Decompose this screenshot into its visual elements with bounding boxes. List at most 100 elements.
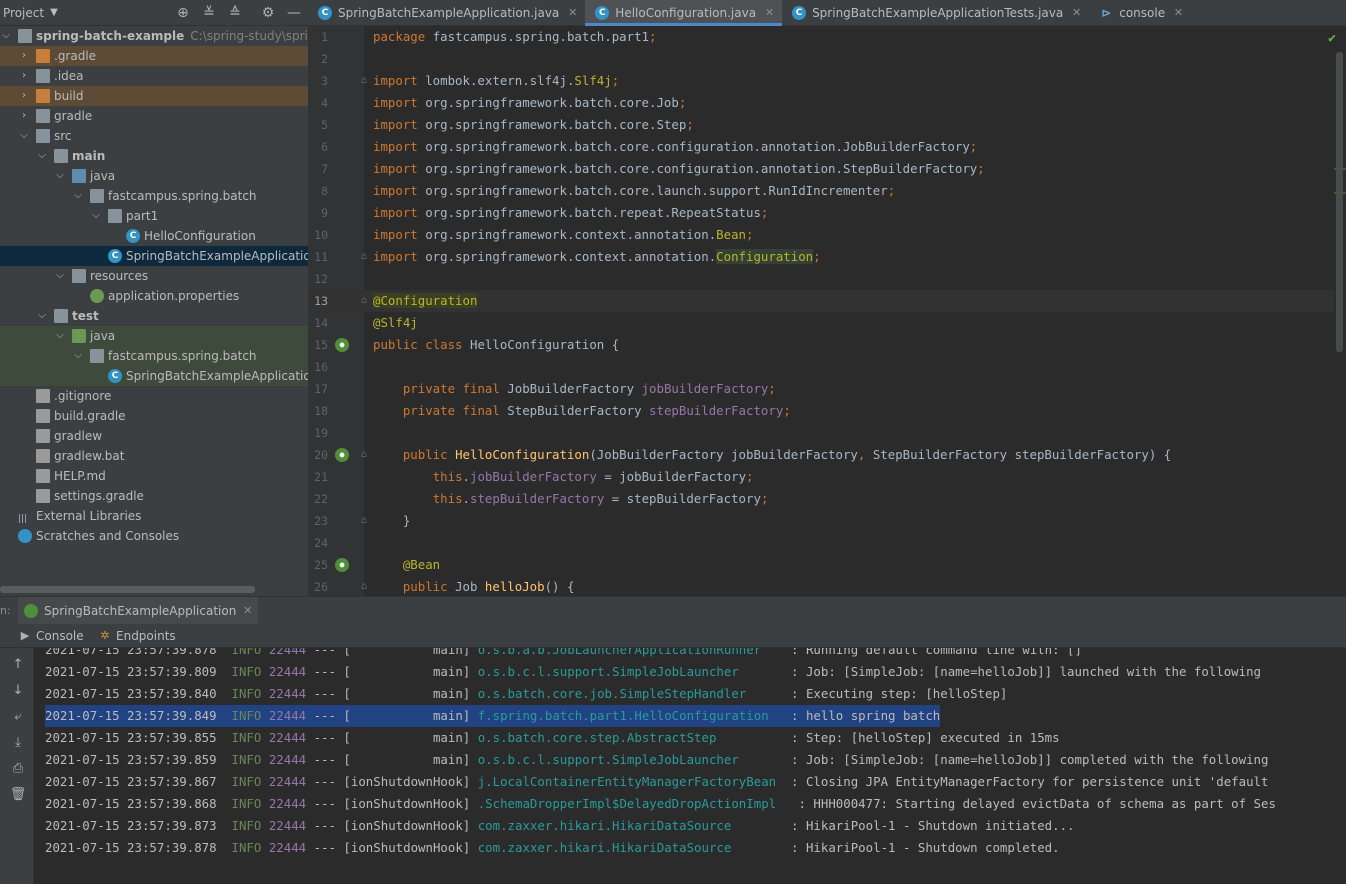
- tree-item[interactable]: ⌵ spring-batch-example C:\spring-study\spr…: [0, 26, 308, 46]
- code-editor[interactable]: 1 package fastcampus.spring.batch.part1; 2…: [308, 26, 1346, 596]
- trash-icon[interactable]: 🗑: [9, 786, 27, 804]
- chevron-right-icon[interactable]: ›: [18, 86, 30, 106]
- code-token: stepBuilderFactory: [470, 491, 605, 506]
- tree-item[interactable]: build.gradle: [0, 406, 308, 426]
- close-icon[interactable]: ✕: [765, 0, 774, 26]
- locate-icon[interactable]: ⊕: [174, 4, 192, 22]
- chevron-down-icon[interactable]: ⌵: [36, 146, 48, 166]
- tree-item[interactable]: gradlew.bat: [0, 446, 308, 466]
- tree-item[interactable]: ⌵ src: [0, 126, 308, 146]
- chevron-right-icon[interactable]: ›: [18, 46, 30, 66]
- fold-icon[interactable]: ⌂: [361, 70, 367, 92]
- chevron-down-icon[interactable]: ⌵: [54, 326, 66, 346]
- tree-item[interactable]: application.properties: [0, 286, 308, 306]
- tab-1[interactable]: C HelloConfiguration.java ✕: [585, 0, 783, 26]
- spring-bean-icon[interactable]: ●: [335, 448, 349, 462]
- tree-item[interactable]: ⌵ java: [0, 166, 308, 186]
- spring-bean-icon[interactable]: ●: [335, 338, 349, 352]
- chevron-right-icon[interactable]: ›: [18, 106, 30, 126]
- tab-label: SpringBatchExampleApplication.java: [338, 6, 560, 20]
- run-config-tab[interactable]: SpringBatchExampleApplication ✕: [18, 597, 259, 625]
- tree-item[interactable]: C SpringBatchExampleApplication: [0, 246, 308, 266]
- code-token: = jobBuilderFactory: [596, 469, 747, 484]
- tab-endpoints[interactable]: ✲ Endpoints: [98, 624, 175, 648]
- chevron-down-icon[interactable]: ⌵: [72, 346, 84, 366]
- hide-icon[interactable]: —: [285, 4, 303, 22]
- arrow-up-icon[interactable]: ↑: [9, 656, 27, 674]
- tree-item[interactable]: ⌵ test: [0, 306, 308, 326]
- chevron-down-icon[interactable]: ⌵: [54, 166, 66, 186]
- tree-item[interactable]: gradlew: [0, 426, 308, 446]
- tree-item[interactable]: settings.gradle: [0, 486, 308, 506]
- collapse-all-icon[interactable]: ≙: [226, 4, 244, 22]
- tree-item[interactable]: › gradle: [0, 106, 308, 126]
- close-icon[interactable]: ✕: [243, 597, 252, 625]
- tree-item[interactable]: .gitignore: [0, 386, 308, 406]
- tree-item[interactable]: Scratches and Consoles: [0, 526, 308, 546]
- project-view-selector[interactable]: Project: [0, 6, 44, 20]
- code-token: org.springframework.batch.core.configura…: [425, 139, 970, 154]
- tree-item[interactable]: HELP.md: [0, 466, 308, 486]
- log-line: 2021-07-15 23:57:39.859 INFO 22444 --- […: [45, 749, 1268, 771]
- inspection-ok-icon[interactable]: ✔: [1328, 31, 1336, 46]
- tree-item[interactable]: › .idea: [0, 66, 308, 86]
- tree-item-label: fastcampus.spring.batch: [108, 186, 257, 206]
- tree-item[interactable]: C HelloConfiguration: [0, 226, 308, 246]
- close-icon[interactable]: ✕: [1174, 0, 1183, 26]
- horizontal-scrollbar[interactable]: [0, 586, 255, 593]
- soft-wrap-icon[interactable]: ⤶: [9, 708, 27, 726]
- code-token: lombok.extern.slf4j.: [425, 73, 575, 88]
- gear-icon[interactable]: ⚙: [259, 4, 277, 22]
- tree-item[interactable]: ⌵ fastcampus.spring.batch: [0, 346, 308, 366]
- close-icon[interactable]: ✕: [1072, 0, 1081, 26]
- log-sep: [217, 774, 232, 789]
- close-icon[interactable]: ✕: [568, 0, 577, 26]
- log-msg: : Closing JPA EntityManagerFactory for p…: [791, 774, 1269, 789]
- tree-item[interactable]: ⌵ part1: [0, 206, 308, 226]
- chevron-down-icon[interactable]: ⌵: [54, 266, 66, 286]
- log-logger: j.LocalContainerEntityManagerFactoryBean: [477, 774, 784, 789]
- bean-method-icon[interactable]: ●: [335, 558, 349, 572]
- code-token: public: [402, 447, 456, 462]
- chevron-right-icon[interactable]: ›: [18, 66, 30, 86]
- chevron-down-icon[interactable]: ⌵: [90, 206, 102, 226]
- tab-0[interactable]: C SpringBatchExampleApplication.java ✕: [308, 0, 585, 26]
- fold-icon[interactable]: ⌂: [361, 510, 367, 532]
- tree-item[interactable]: ⌵ main: [0, 146, 308, 166]
- chevron-down-icon[interactable]: ⌵: [72, 186, 84, 206]
- tree-item[interactable]: C SpringBatchExampleApplicationTests: [0, 366, 308, 386]
- chevron-down-icon[interactable]: ⌵: [36, 306, 48, 326]
- libraries-icon: |||: [18, 514, 28, 524]
- fold-icon[interactable]: ⌂: [361, 576, 367, 596]
- line-number: 15: [314, 338, 328, 352]
- arrow-down-icon[interactable]: ↓: [9, 682, 27, 700]
- log-pid: 22444: [268, 818, 307, 833]
- scroll-to-end-icon[interactable]: ⤓: [9, 734, 27, 752]
- chevron-down-icon[interactable]: ⌵: [0, 26, 12, 46]
- tree-item[interactable]: › .gradle: [0, 46, 308, 66]
- tab-3[interactable]: ⊳ console ✕: [1089, 0, 1191, 26]
- tree-item-text: .idea: [54, 69, 84, 83]
- tab-console[interactable]: ▶ Console: [18, 624, 84, 648]
- chevron-down-icon[interactable]: ⌵: [18, 126, 30, 146]
- tree-item[interactable]: ||| External Libraries: [0, 506, 308, 526]
- print-icon[interactable]: ⎙: [9, 760, 27, 778]
- tab-2[interactable]: C SpringBatchExampleApplicationTests.java…: [782, 0, 1089, 26]
- tree-item[interactable]: ⌵ resources: [0, 266, 308, 286]
- tree-item[interactable]: ⌵ java: [0, 326, 308, 346]
- tree-item-label: HelloConfiguration: [144, 226, 256, 246]
- tree-item[interactable]: › build: [0, 86, 308, 106]
- log-sep: --- [: [306, 818, 351, 833]
- chevron-down-icon[interactable]: ▼: [50, 7, 58, 18]
- tree-item-text: SpringBatchExampleApplication: [126, 249, 308, 263]
- fold-icon[interactable]: ⌂: [361, 290, 367, 312]
- log-thread: main]: [350, 752, 471, 767]
- tree-item-text: fastcampus.spring.batch: [108, 349, 257, 363]
- fold-icon[interactable]: ⌂: [361, 246, 367, 268]
- console-output[interactable]: 2021-07-15 23:57:39.878 INFO 22444 --- […: [34, 648, 1346, 884]
- expand-all-icon[interactable]: ≚: [200, 4, 218, 22]
- fold-icon[interactable]: ⌂: [361, 444, 367, 466]
- vertical-scrollbar[interactable]: [1336, 52, 1343, 352]
- tree-item[interactable]: ⌵ fastcampus.spring.batch: [0, 186, 308, 206]
- log-pid: 22444: [268, 708, 307, 723]
